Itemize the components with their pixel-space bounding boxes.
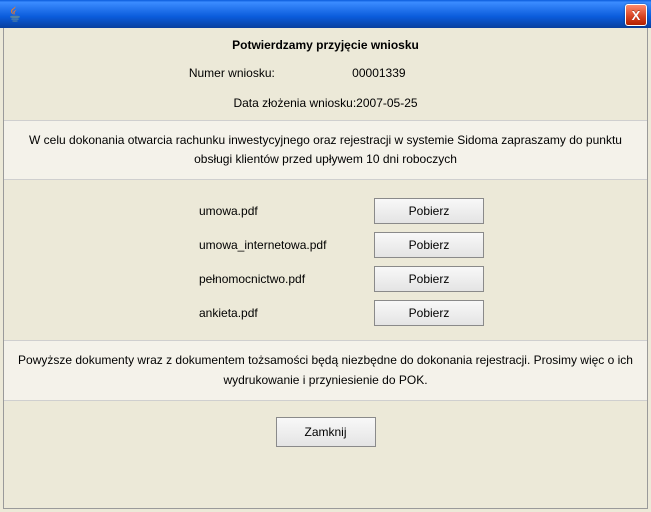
file-name: umowa_internetowa.pdf (199, 238, 374, 252)
close-row: Zamknij (4, 401, 647, 463)
application-date-row: Data złożenia wniosku:2007-05-25 (4, 86, 647, 120)
file-name: umowa.pdf (199, 204, 374, 218)
download-button[interactable]: Pobierz (374, 266, 484, 292)
file-row: ankieta.pdf Pobierz (4, 296, 647, 330)
footer-text: Powyższe dokumenty wraz z dokumentem toż… (4, 340, 647, 400)
application-number-value: 00001339 (352, 66, 462, 80)
close-icon: X (632, 9, 641, 22)
application-number-row: Numer wniosku: 00001339 (4, 60, 647, 86)
info-text: W celu dokonania otwarcia rachunku inwes… (4, 120, 647, 180)
page-title: Potwierdzamy przyjęcie wniosku (4, 28, 647, 60)
java-cup-icon (6, 5, 24, 23)
download-button[interactable]: Pobierz (374, 232, 484, 258)
window-close-button[interactable]: X (625, 4, 647, 26)
download-button[interactable]: Pobierz (374, 300, 484, 326)
file-list: umowa.pdf Pobierz umowa_internetowa.pdf … (4, 180, 647, 340)
application-date-value: 2007-05-25 (356, 96, 417, 110)
file-name: pełnomocnictwo.pdf (199, 272, 374, 286)
application-number-label: Numer wniosku: (189, 66, 319, 80)
dialog-content: Potwierdzamy przyjęcie wniosku Numer wni… (3, 28, 648, 509)
java-dialog-window: X Potwierdzamy przyjęcie wniosku Numer w… (0, 0, 651, 512)
title-bar: X (0, 0, 651, 28)
file-row: umowa.pdf Pobierz (4, 194, 647, 228)
application-date-label: Data złożenia wniosku: (233, 96, 356, 110)
close-button[interactable]: Zamknij (276, 417, 376, 447)
file-row: pełnomocnictwo.pdf Pobierz (4, 262, 647, 296)
download-button[interactable]: Pobierz (374, 198, 484, 224)
file-name: ankieta.pdf (199, 306, 374, 320)
file-row: umowa_internetowa.pdf Pobierz (4, 228, 647, 262)
